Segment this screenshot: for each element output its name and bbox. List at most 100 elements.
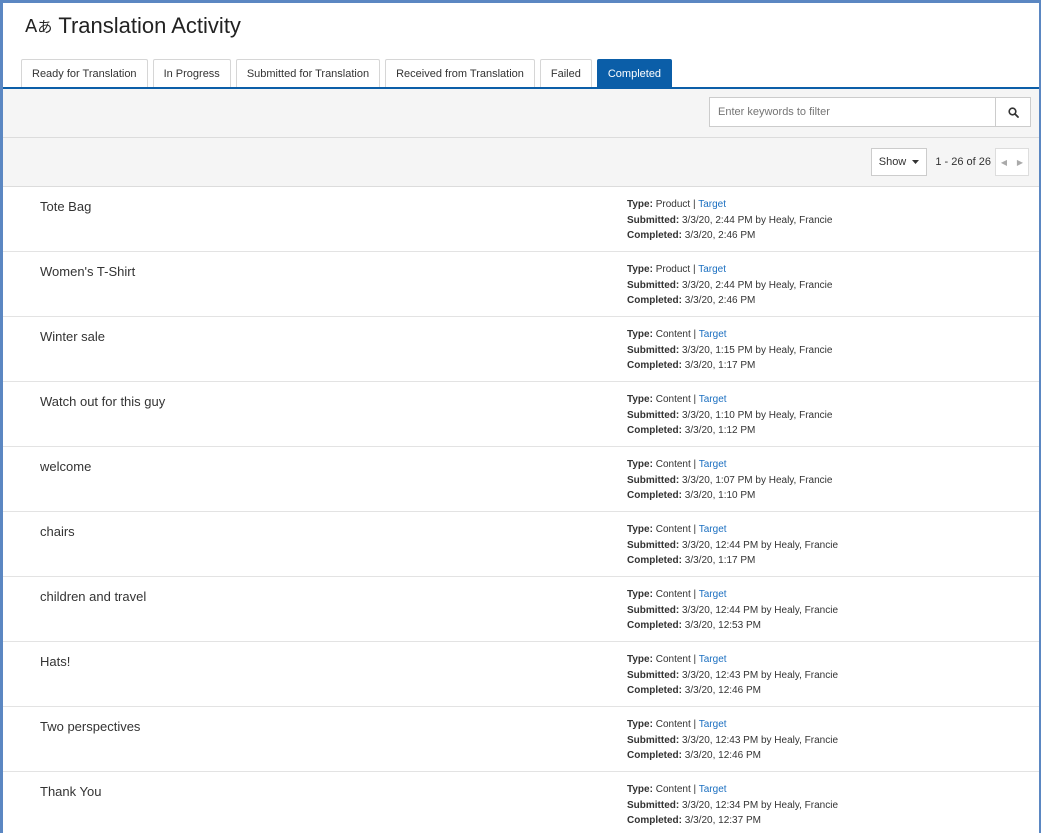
target-link[interactable]: Target <box>699 524 727 535</box>
item-name: Two perspectives <box>40 719 141 734</box>
completed-label: Completed: <box>627 815 682 826</box>
translation-activity-panel: Aあ Translation Activity Ready for Transl… <box>0 0 1041 833</box>
search-button[interactable] <box>995 98 1030 126</box>
type-label: Type: <box>627 394 653 405</box>
type-label: Type: <box>627 719 653 730</box>
item-type: Content <box>655 589 691 600</box>
item-completed: 3/3/20, 2:46 PM <box>684 295 756 306</box>
result-count: 1 - 26 of 26 <box>935 156 991 168</box>
separator: | <box>693 719 697 730</box>
show-dropdown[interactable]: Show <box>871 148 927 176</box>
item-type: Content <box>655 719 691 730</box>
item-name: Thank You <box>40 784 102 799</box>
completed-label: Completed: <box>627 490 682 501</box>
type-label: Type: <box>627 264 653 275</box>
target-link[interactable]: Target <box>699 394 727 405</box>
next-page-icon[interactable]: ▶ <box>1017 158 1023 167</box>
item-name: Tote Bag <box>40 199 92 214</box>
search-box <box>709 97 1031 127</box>
item-completed: 3/3/20, 12:46 PM <box>684 685 761 696</box>
target-link[interactable]: Target <box>699 459 727 470</box>
item-submitted: 3/3/20, 1:10 PM by Healy, Francie <box>682 409 833 421</box>
item-type: Content <box>655 329 691 340</box>
item-name: Women's T-Shirt <box>40 264 136 279</box>
completed-label: Completed: <box>627 230 682 241</box>
completed-label: Completed: <box>627 555 682 566</box>
list-item: Tote Bag Type: Product | Target Submitte… <box>3 187 1039 252</box>
tab-submitted-for-translation[interactable]: Submitted for Translation <box>235 59 381 87</box>
list-item: Two perspectives Type: Content | Target … <box>3 707 1039 772</box>
list-item: chairs Type: Content | Target Submitted:… <box>3 512 1039 577</box>
item-completed: 3/3/20, 1:17 PM <box>684 555 756 566</box>
tab-ready-for-translation[interactable]: Ready for Translation <box>21 59 148 87</box>
tab-completed[interactable]: Completed <box>596 59 673 87</box>
list-item: Winter sale Type: Content | Target Submi… <box>3 317 1039 382</box>
item-completed: 3/3/20, 12:53 PM <box>684 620 761 631</box>
list-item: Hats! Type: Content | Target Submitted: … <box>3 642 1039 707</box>
target-link[interactable]: Target <box>698 264 726 275</box>
list-item: Thank You Type: Content | Target Submitt… <box>3 772 1039 833</box>
completed-label: Completed: <box>627 425 682 436</box>
item-meta: Type: Content | Target Submitted: 3/3/20… <box>627 327 832 374</box>
target-link[interactable]: Target <box>699 719 727 730</box>
tab-failed[interactable]: Failed <box>539 59 592 87</box>
item-type: Content <box>655 784 691 795</box>
tab-received-from-translation[interactable]: Received from Translation <box>385 59 535 87</box>
target-link[interactable]: Target <box>699 654 727 665</box>
completed-label: Completed: <box>627 750 682 761</box>
item-type: Content <box>655 459 691 470</box>
item-completed: 3/3/20, 1:10 PM <box>684 490 756 501</box>
type-label: Type: <box>627 654 653 665</box>
separator: | <box>692 199 696 210</box>
submitted-label: Submitted: <box>627 214 680 226</box>
separator: | <box>693 589 697 600</box>
item-submitted: 3/3/20, 12:44 PM by Healy, Francie <box>682 604 839 616</box>
type-label: Type: <box>627 329 653 340</box>
target-link[interactable]: Target <box>699 784 727 795</box>
submitted-label: Submitted: <box>627 474 680 486</box>
separator: | <box>692 264 696 275</box>
prev-page-icon[interactable]: ◀ <box>1001 158 1007 167</box>
submitted-label: Submitted: <box>627 409 680 421</box>
list-item: Women's T-Shirt Type: Product | Target S… <box>3 252 1039 317</box>
submitted-label: Submitted: <box>627 539 680 551</box>
item-meta: Type: Content | Target Submitted: 3/3/20… <box>627 717 838 764</box>
tab-in-progress[interactable]: In Progress <box>152 59 231 87</box>
item-name: children and travel <box>40 589 147 604</box>
item-name: Watch out for this guy <box>40 394 166 409</box>
item-submitted: 3/3/20, 12:44 PM by Healy, Francie <box>682 539 839 551</box>
page-header: Aあ Translation Activity <box>3 3 1039 49</box>
item-submitted: 3/3/20, 2:44 PM by Healy, Francie <box>682 214 833 226</box>
submitted-label: Submitted: <box>627 799 680 811</box>
item-meta: Type: Product | Target Submitted: 3/3/20… <box>627 197 832 244</box>
caret-down-icon <box>912 160 920 164</box>
target-link[interactable]: Target <box>699 589 727 600</box>
item-type: Content <box>655 654 691 665</box>
submitted-label: Submitted: <box>627 344 680 356</box>
item-submitted: 3/3/20, 1:07 PM by Healy, Francie <box>682 474 833 486</box>
item-meta: Type: Content | Target Submitted: 3/3/20… <box>627 392 832 439</box>
show-label: Show <box>878 156 907 168</box>
type-label: Type: <box>627 784 653 795</box>
item-completed: 3/3/20, 1:12 PM <box>684 425 756 436</box>
type-label: Type: <box>627 459 653 470</box>
type-label: Type: <box>627 589 653 600</box>
pagination-bar: Show 1 - 26 of 26 ◀ ▶ <box>3 138 1039 187</box>
item-name: Hats! <box>40 654 71 669</box>
submitted-label: Submitted: <box>627 279 680 291</box>
type-label: Type: <box>627 524 653 535</box>
item-type: Content <box>655 394 691 405</box>
list-item: Watch out for this guy Type: Content | T… <box>3 382 1039 447</box>
completed-label: Completed: <box>627 620 682 631</box>
item-type: Content <box>655 524 691 535</box>
submitted-label: Submitted: <box>627 604 680 616</box>
item-meta: Type: Content | Target Submitted: 3/3/20… <box>627 522 838 569</box>
target-link[interactable]: Target <box>699 329 727 340</box>
item-completed: 3/3/20, 1:17 PM <box>684 360 756 371</box>
page-title: Translation Activity <box>58 13 241 38</box>
separator: | <box>693 784 697 795</box>
search-input[interactable] <box>710 98 995 126</box>
submitted-label: Submitted: <box>627 734 680 746</box>
tab-bar: Ready for Translation In Progress Submit… <box>3 49 1039 89</box>
target-link[interactable]: Target <box>698 199 726 210</box>
